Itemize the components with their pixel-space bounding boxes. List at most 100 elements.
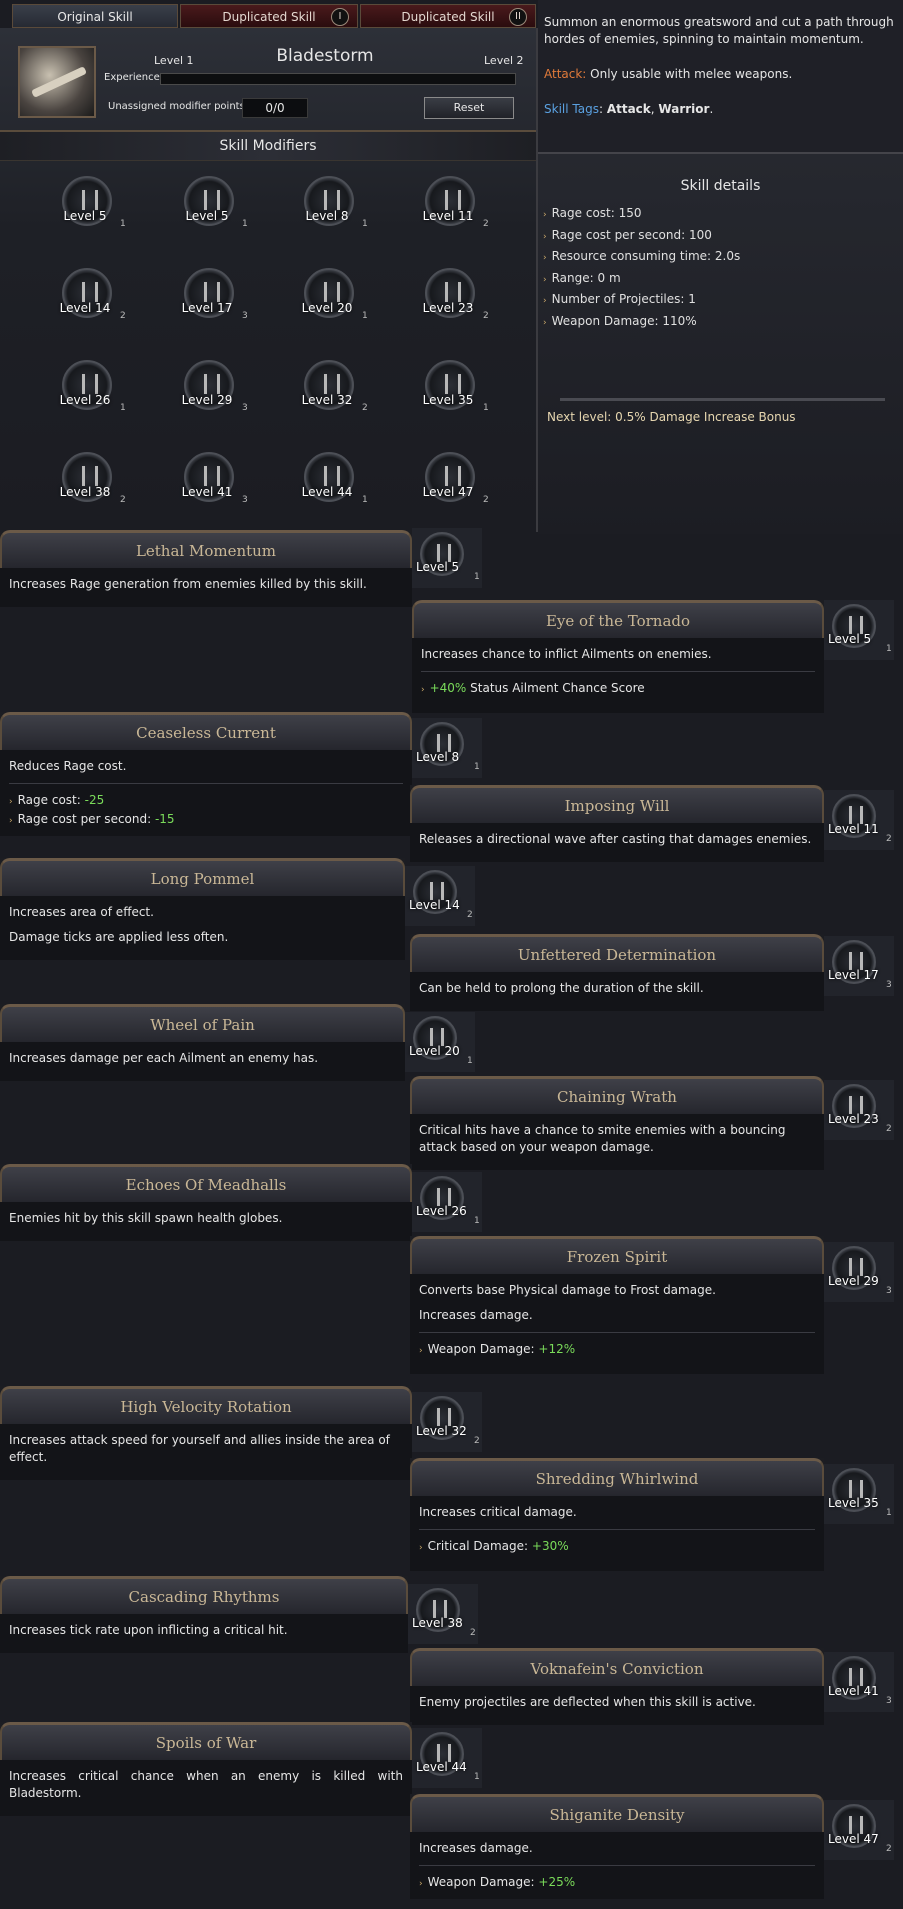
modifier-slot[interactable]: Level 29 3 xyxy=(152,360,262,440)
modifier-slot[interactable]: Level 32 2 xyxy=(272,360,382,440)
modifier-count: 2 xyxy=(362,403,368,413)
bullet-icon: › xyxy=(9,797,13,807)
modifier-count: 2 xyxy=(120,495,126,505)
modifier-slot-level-26[interactable]: Level 26 1 xyxy=(412,1172,482,1232)
stat-value: +40% xyxy=(429,681,467,695)
bullet-icon: › xyxy=(543,317,547,328)
modifier-slot-level-5[interactable]: Level 5 1 xyxy=(824,600,894,660)
modifier-slot-level-29[interactable]: Level 29 3 xyxy=(824,1242,894,1302)
detail-text: Rage cost per second: 100 xyxy=(551,227,712,242)
bullet-icon: › xyxy=(9,816,13,826)
modifier-slot[interactable]: Level 81 xyxy=(272,176,382,256)
modifier-count: 1 xyxy=(467,1056,473,1066)
reset-button[interactable]: Reset xyxy=(424,97,514,119)
tab-label: Duplicated Skill xyxy=(401,10,495,24)
modifier-count: 1 xyxy=(474,762,480,772)
bullet-icon: › xyxy=(543,210,547,220)
modifier-tooltip-spoils-of-war: Spoils of War Increases critical chance … xyxy=(0,1722,412,1816)
modifier-slot-level-20[interactable]: Level 20 1 xyxy=(405,1012,475,1072)
detail-item: › Rage cost per second: 100 xyxy=(543,226,740,248)
modifier-tooltip-imposing-will: Imposing Will Releases a directional wav… xyxy=(410,785,824,862)
modifier-slot[interactable]: Level 20 1 xyxy=(272,268,382,348)
modifier-count: 1 xyxy=(483,403,489,413)
modifier-slot-level-5[interactable]: Level 5 1 xyxy=(412,528,482,588)
stat-value: +25% xyxy=(538,1875,576,1889)
modifier-slot[interactable]: Level 26 1 xyxy=(30,360,140,440)
modifier-level: Level 47 xyxy=(828,1832,879,1846)
bullet-icon: › xyxy=(421,685,425,695)
bullet-icon: › xyxy=(543,253,547,263)
modifier-slot-level-44[interactable]: Level 44 1 xyxy=(412,1728,482,1788)
modifier-slot-level-35[interactable]: Level 35 1 xyxy=(824,1464,894,1524)
modifier-slot-level-38[interactable]: Level 38 2 xyxy=(408,1584,478,1644)
tooltip-body: Increases damage. › Weapon Damage: +25% xyxy=(410,1832,824,1899)
next-level: Level 2 xyxy=(484,54,524,67)
tooltip-body: Increases critical chance when an enemy … xyxy=(0,1760,412,1816)
attack-requirement: Attack: Only usable with melee weapons. xyxy=(544,67,792,81)
modifier-slot-level-17[interactable]: Level 17 3 xyxy=(824,936,894,996)
tags-key: Skill Tags xyxy=(544,102,599,116)
modifier-slot[interactable]: Level 17 3 xyxy=(152,268,262,348)
modifier-slot-level-32[interactable]: Level 32 2 xyxy=(412,1392,482,1452)
roman-numeral-badge: I xyxy=(331,8,349,26)
modifier-tooltip-shiganite-density: Shiganite Density Increases damage. › Weap… xyxy=(410,1794,824,1899)
divider xyxy=(419,1529,815,1530)
tab-duplicated-skill-1[interactable]: Duplicated Skill I xyxy=(180,4,358,28)
tooltip-title: Imposing Will xyxy=(410,785,824,823)
modifier-slot-level-41[interactable]: Level 41 3 xyxy=(824,1652,894,1712)
bullet-icon: › xyxy=(419,1879,423,1889)
bullet-icon: › xyxy=(419,1346,423,1356)
modifier-count: 1 xyxy=(474,1216,480,1226)
modifier-count: 2 xyxy=(483,311,489,321)
detail-item: › Range: 0 m xyxy=(543,269,740,291)
modifier-slot-level-14[interactable]: Level 14 2 xyxy=(405,866,475,926)
modifier-slot-level-8[interactable]: Level 8 1 xyxy=(412,718,482,778)
unassigned-points-label: Unassigned modifier points xyxy=(108,101,245,112)
tooltip-body: Enemy projectiles are deflected when thi… xyxy=(410,1686,824,1725)
modifier-slot-level-11[interactable]: Level 11 2 xyxy=(824,790,894,850)
modifier-count: 3 xyxy=(242,495,248,505)
detail-text: Rage cost: 150 xyxy=(551,206,642,220)
tooltip-line: Increases critical chance when an enemy … xyxy=(9,1769,403,1800)
modifier-slot-level-23[interactable]: Level 23 2 xyxy=(824,1080,894,1140)
tooltip-stat: › Weapon Damage: +25% xyxy=(419,1874,815,1893)
modifier-count: 2 xyxy=(120,311,126,321)
tooltip-line: Releases a directional wave after castin… xyxy=(419,832,812,846)
modifier-slot[interactable]: Level 51 xyxy=(30,176,140,256)
modifier-level: Level 5 xyxy=(828,632,872,646)
tooltip-title: Unfettered Determination xyxy=(410,934,824,972)
current-level: Level 1 xyxy=(154,54,194,67)
stat-value: +12% xyxy=(538,1342,576,1356)
tab-original-skill[interactable]: Original Skill xyxy=(12,4,178,28)
modifier-slot[interactable]: Level 14 2 xyxy=(30,268,140,348)
detail-text: Weapon Damage: 110% xyxy=(551,313,697,328)
modifier-slot[interactable]: Level 47 2 xyxy=(393,452,503,532)
tab-duplicated-skill-2[interactable]: Duplicated Skill II xyxy=(360,4,536,28)
stat-value: +30% xyxy=(531,1539,569,1553)
modifier-count: 1 xyxy=(362,219,368,229)
modifier-tooltip-wheel-of-pain: Wheel of Pain Increases damage per each … xyxy=(0,1004,405,1081)
modifier-tooltip-high-velocity-rotation: High Velocity Rotation Increases attack … xyxy=(0,1386,412,1480)
tooltip-title: Shiganite Density xyxy=(410,1794,824,1832)
tooltip-line: Enemy projectiles are deflected when thi… xyxy=(419,1695,756,1709)
modifier-slot[interactable]: Level 38 2 xyxy=(30,452,140,532)
tooltip-body: Increases damage per each Ailment an ene… xyxy=(0,1042,405,1081)
modifier-slot[interactable]: Level 23 2 xyxy=(393,268,503,348)
modifier-slot[interactable]: Level 35 1 xyxy=(393,360,503,440)
roman-numeral-badge: II xyxy=(509,8,527,26)
tooltip-title: Long Pommel xyxy=(0,858,405,896)
modifier-count: 2 xyxy=(483,219,489,229)
modifier-slot[interactable]: Level 44 1 xyxy=(272,452,382,532)
modifier-slot[interactable]: Level 11 2 xyxy=(393,176,503,256)
tooltip-line: Converts base Physical damage to Frost d… xyxy=(419,1283,716,1297)
stat-label: Weapon Damage: xyxy=(427,1875,539,1889)
skill-tags: Skill Tags: Attack, Warrior. xyxy=(544,102,713,116)
modifier-slot[interactable]: Level 51 xyxy=(152,176,262,256)
modifier-slot-level-47[interactable]: Level 47 2 xyxy=(824,1800,894,1860)
tooltip-title: Frozen Spirit xyxy=(410,1236,824,1274)
stat-label: Rage cost per second: xyxy=(17,812,155,826)
modifier-count: 2 xyxy=(470,1628,476,1638)
tooltip-body: Increases Rage generation from enemies k… xyxy=(0,568,412,607)
modifier-slot[interactable]: Level 41 3 xyxy=(152,452,262,532)
tooltip-line: Increases attack speed for yourself and … xyxy=(9,1433,390,1464)
